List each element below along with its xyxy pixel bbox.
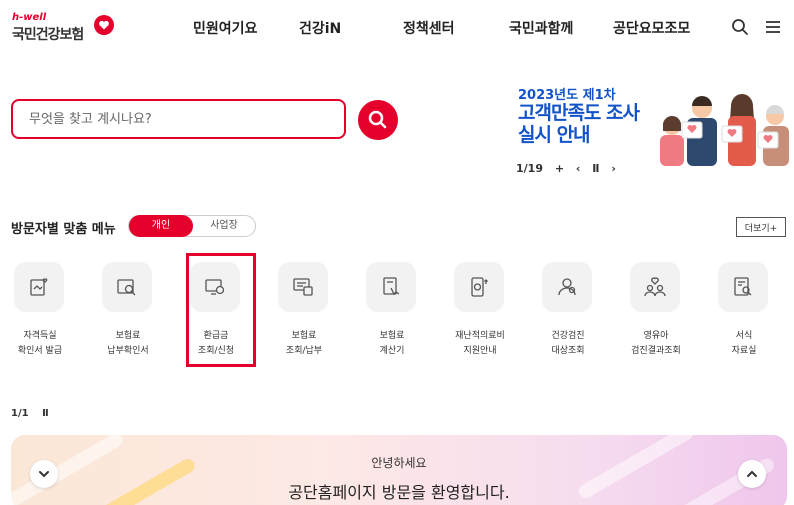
banner-prev-button[interactable]: ‹ [576, 162, 581, 175]
search-button[interactable] [358, 100, 398, 140]
document-search-icon [117, 279, 136, 296]
nav-item-policy[interactable]: 정책센터 [403, 18, 455, 38]
nav-item-about[interactable]: 공단요모조모 [613, 18, 690, 38]
menu-item-label: 보험료 조회/납부 [285, 331, 323, 356]
family-heart-icon [644, 277, 666, 297]
menu-item-label: 보험료 납부확인서 [107, 331, 149, 356]
survey-banner[interactable]: 2023년도 제1차 고객만족도 조사 실시 안내 1/19 + ‹ Ⅱ › [512, 80, 790, 180]
banner-title-line1: 고객만족도 조사 [518, 102, 640, 124]
menu-tile [542, 262, 592, 312]
menu-tile [14, 262, 64, 312]
menu-pager-counter: 1/1 [11, 408, 29, 419]
menu-tile [366, 262, 416, 312]
menu-tile [102, 262, 152, 312]
menu-pause-button[interactable]: Ⅱ [42, 408, 49, 419]
menu-item-label: 자격득실 확인서 발급 [17, 331, 63, 356]
menu-item-premium-calculator[interactable]: 보험료 계산기 [352, 260, 432, 360]
search-icon [368, 110, 387, 129]
banner-controls: 1/19 + ‹ Ⅱ › [516, 162, 624, 175]
menu-tile [630, 262, 680, 312]
custom-menu-title: 방문자별 맞춤 메뉴 [11, 222, 116, 237]
search-icon[interactable] [730, 17, 750, 37]
menu-item-infant-checkup-result[interactable]: 영유아 검진결과조회 [616, 260, 696, 360]
search-input[interactable] [11, 99, 346, 139]
toggle-personal[interactable]: 개인 [129, 215, 193, 237]
welcome-hello: 안녕하세요 [371, 456, 427, 470]
menu-item-label: 환급금 조회/신청 [197, 331, 235, 356]
menu-tile [454, 262, 504, 312]
banner-counter: 1/19 [516, 162, 543, 175]
chevron-down-icon [39, 471, 49, 478]
menu-item-label: 영유아 검진결과조회 [631, 331, 681, 356]
document-magnifier-icon [734, 277, 752, 296]
welcome-banner: 안녕하세요 공단홈페이지 방문을 환영합니다. [11, 435, 787, 505]
menu-item-premium-payment-certificate[interactable]: 보험료 납부확인서 [88, 260, 168, 360]
main-nav: 민원여기요 건강iN 정책센터 국민과함께 공단요모조모 [0, 18, 794, 38]
banner-plus-button[interactable]: + [555, 162, 564, 175]
menu-pager: 1/1 Ⅱ [11, 408, 49, 419]
nav-item-health[interactable]: 건강iN [299, 18, 341, 38]
toggle-business[interactable]: 사업장 [193, 216, 255, 236]
menu-item-premium-inquiry[interactable]: 보험료 조회/납부 [264, 260, 344, 360]
expand-down-button[interactable] [30, 460, 58, 488]
banner-next-button[interactable]: › [611, 162, 616, 175]
certificate-heart-icon [30, 278, 48, 296]
menu-item-forms-library[interactable]: 서식 자료실 [704, 260, 784, 360]
monitor-coin-icon [205, 279, 225, 295]
menu-item-label: 건강검진 대상조회 [551, 331, 585, 356]
menu-tile [278, 262, 328, 312]
menu-item-label: 보험료 계산기 [379, 331, 405, 356]
menu-item-health-checkup-target[interactable]: 건강검진 대상조회 [528, 260, 608, 360]
menu-item-disaster-medical-support[interactable]: 재난적의료비 지원안내 [440, 260, 520, 360]
calculator-icon [383, 277, 400, 296]
menu-item-refund[interactable]: 환급금 조회/신청 [176, 260, 256, 360]
person-search-icon [558, 278, 576, 296]
chevron-up-icon [747, 470, 757, 477]
menu-tile [718, 262, 768, 312]
menu-item-label: 서식 자료실 [731, 331, 757, 356]
phone-coin-icon [471, 277, 488, 297]
visitor-type-toggle: 개인 사업장 [128, 215, 256, 237]
banner-title: 고객만족도 조사 실시 안내 [518, 102, 640, 146]
menu-item-label: 재난적의료비 지원안내 [455, 331, 505, 356]
collapse-up-button[interactable] [738, 460, 766, 488]
banner-year: 2023년도 제1차 [518, 88, 616, 103]
banner-pause-button[interactable]: Ⅱ [592, 162, 599, 175]
welcome-message: 공단홈페이지 방문을 환영합니다. [288, 483, 510, 502]
more-button[interactable]: 더보기+ [736, 217, 786, 237]
family-illustration-icon [660, 94, 789, 166]
nav-item-people[interactable]: 국민과함께 [509, 18, 573, 38]
nav-item-civil[interactable]: 민원여기요 [193, 18, 257, 38]
menu-tile [190, 262, 240, 312]
menu-item-qualification-certificate[interactable]: 자격득실 확인서 발급 [0, 260, 80, 360]
hamburger-menu-icon[interactable] [763, 17, 783, 37]
banner-title-line2: 실시 안내 [518, 124, 591, 146]
monitor-bill-icon [293, 278, 313, 296]
